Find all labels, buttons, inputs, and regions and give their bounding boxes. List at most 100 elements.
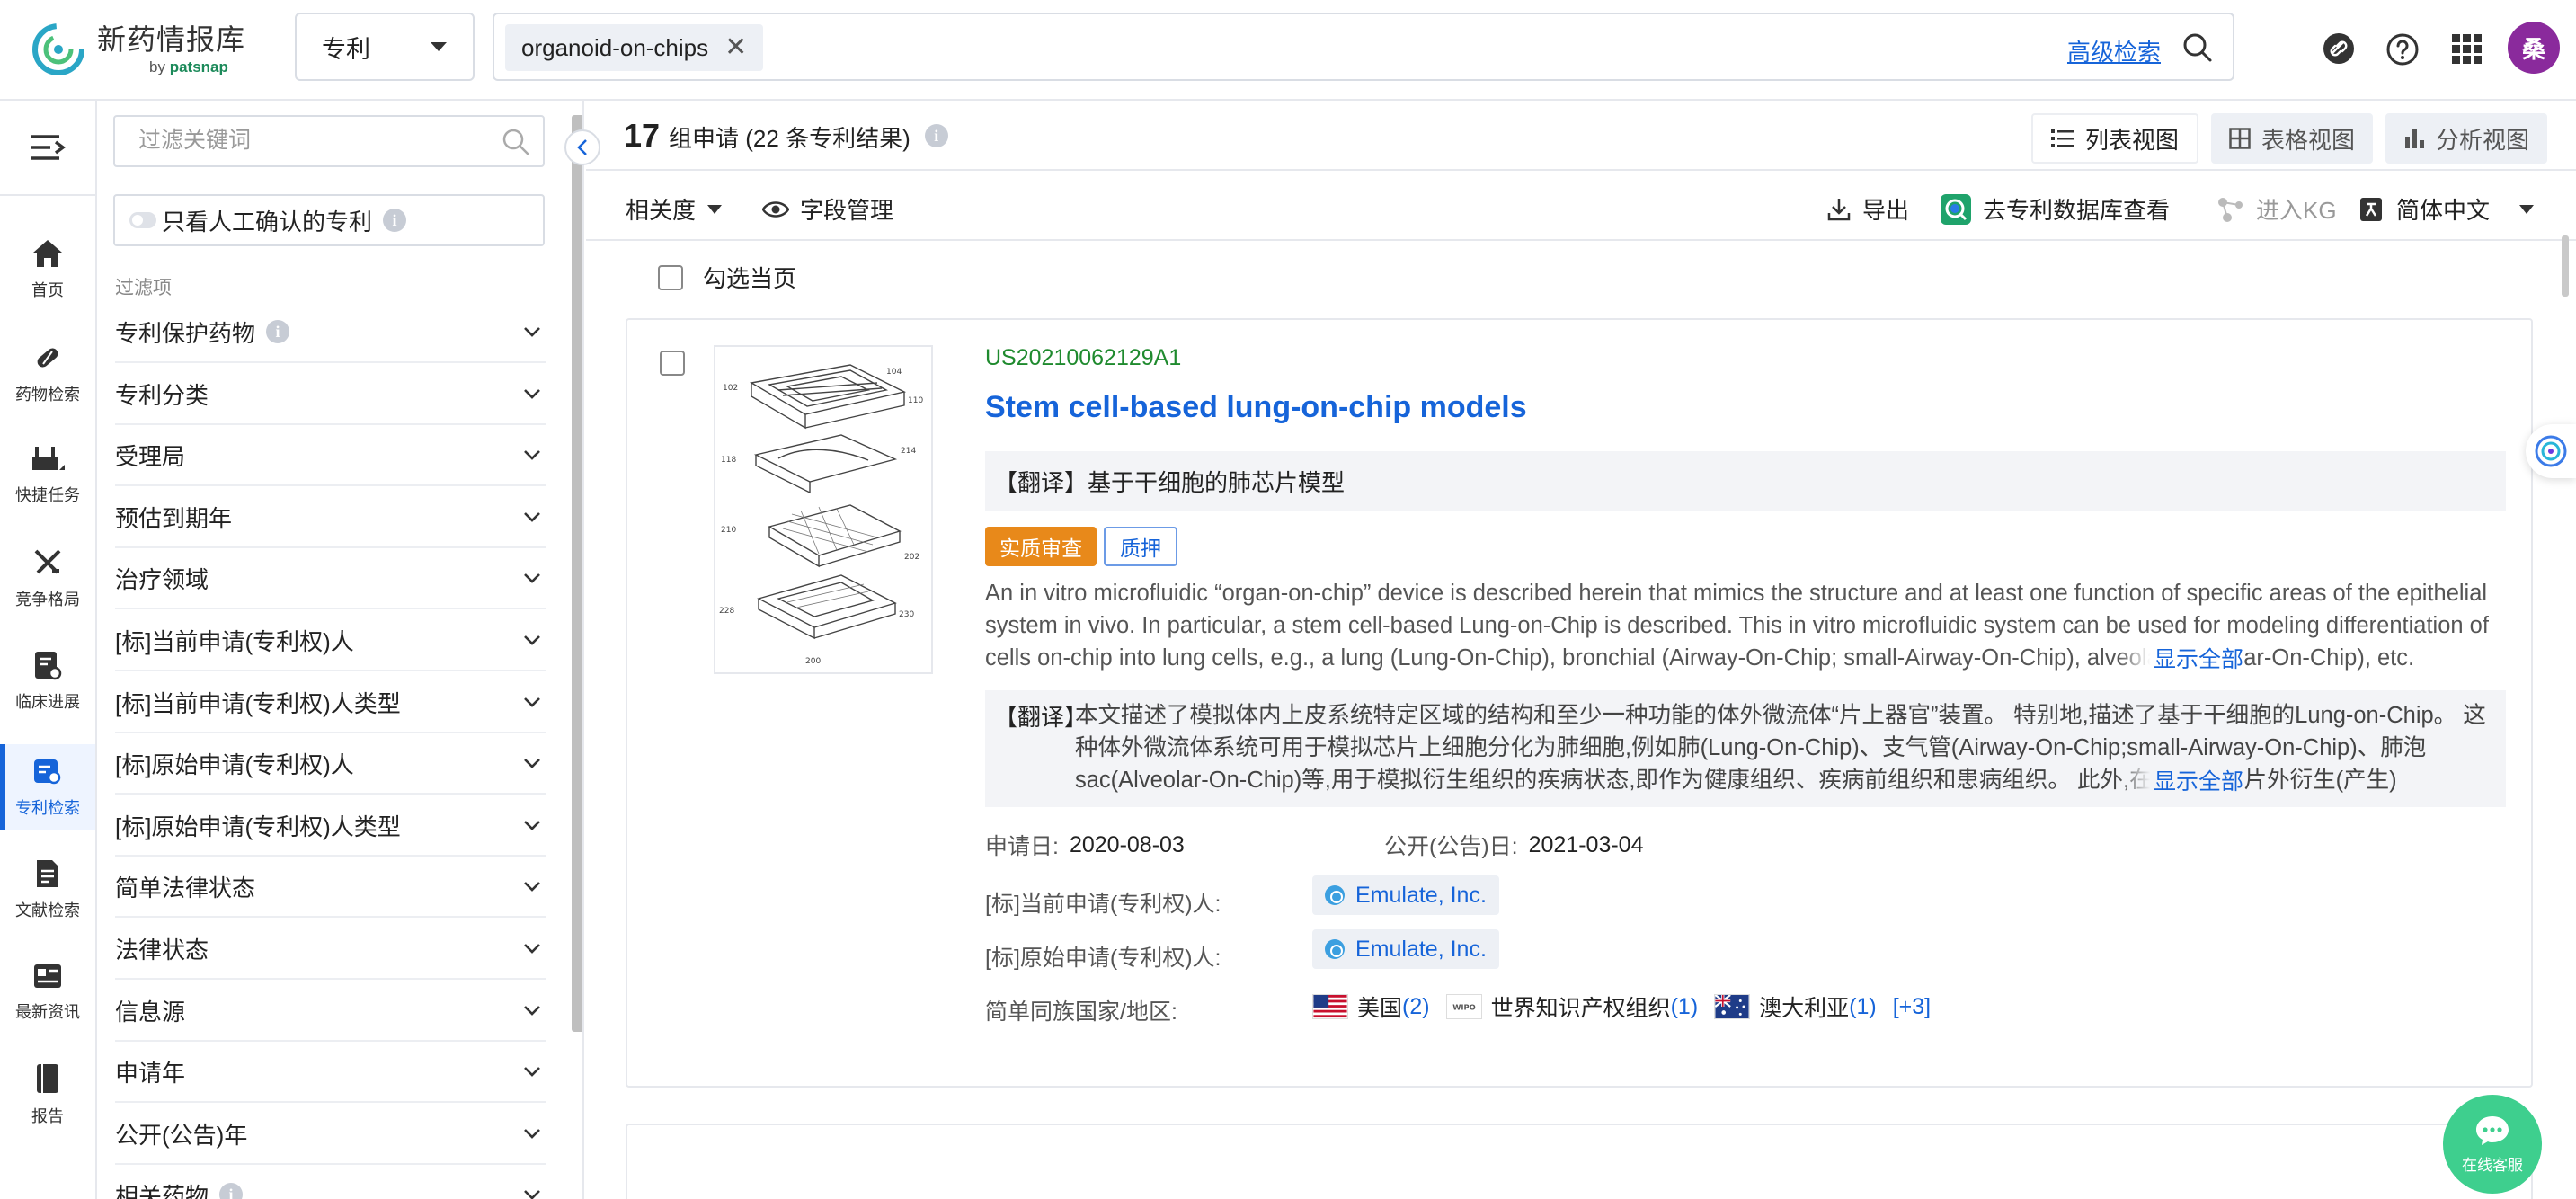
filter-row[interactable]: [标]原始申请(专利权)人类型 xyxy=(115,795,546,857)
translation-label: 【翻译】 xyxy=(994,468,1088,496)
tab-list-view[interactable]: 列表视图 xyxy=(2030,113,2198,164)
apps-grid-icon[interactable] xyxy=(2450,32,2483,65)
chevron-down-icon xyxy=(524,1067,540,1077)
status-badge-examination: 实质审查 xyxy=(985,527,1097,566)
nav-item-clinical[interactable]: 临床进展 xyxy=(0,638,95,724)
show-all-translation-link[interactable]: 显示全部 xyxy=(2118,764,2244,796)
family-count-wipo[interactable]: (1) xyxy=(1671,994,1699,1020)
nav-item-drug-search[interactable]: 药物检索 xyxy=(0,331,95,417)
family-country-us: 美国 xyxy=(1357,996,1403,1021)
filter-row[interactable]: 信息源 xyxy=(115,981,546,1042)
chevron-down-icon xyxy=(524,944,540,954)
ai-assistant-button[interactable] xyxy=(2526,424,2576,478)
table-icon xyxy=(2229,128,2251,149)
family-count-us[interactable]: (2) xyxy=(1402,994,1430,1020)
filter-row-text: 信息源 xyxy=(115,998,186,1026)
menu-toggle-icon[interactable] xyxy=(29,133,67,162)
tab-table-view[interactable]: 表格视图 xyxy=(2210,113,2373,164)
original-assignee-chip[interactable]: Emulate, Inc. xyxy=(1312,929,1499,969)
filter-keyword-input[interactable] xyxy=(138,128,480,154)
title-translation-text: 基于干细胞的肺芯片模型 xyxy=(1088,468,1346,496)
chevron-down-icon xyxy=(524,759,540,768)
knowledge-graph-icon xyxy=(2218,197,2243,222)
chevron-down-icon xyxy=(524,573,540,583)
company-icon xyxy=(1325,885,1345,905)
filter-row-text: 专利分类 xyxy=(115,381,209,409)
family-more-link[interactable]: [+3] xyxy=(1893,994,1931,1020)
toggle-switch[interactable] xyxy=(129,212,156,228)
ai-assistant-icon xyxy=(2535,435,2567,467)
filter-row[interactable]: 申请年 xyxy=(115,1042,546,1103)
filter-row-text: 预估到期年 xyxy=(115,504,233,532)
info-icon[interactable]: i xyxy=(219,1183,244,1199)
news-icon xyxy=(34,964,61,988)
svg-text:202: 202 xyxy=(904,553,919,562)
manual-confirmed-toggle[interactable]: 只看人工确认的专利 i xyxy=(113,194,545,246)
filter-row[interactable]: 受理局 xyxy=(115,425,546,486)
search-icon[interactable] xyxy=(2182,32,2213,63)
search-type-select[interactable]: 专利 xyxy=(295,13,475,81)
family-count-au[interactable]: (1) xyxy=(1849,994,1877,1020)
language-select[interactable]: 简体中文 xyxy=(2358,192,2535,226)
app-logo[interactable]: 新药情报库 by patsnap xyxy=(32,23,245,75)
nav-item-literature[interactable]: 文献检索 xyxy=(0,847,95,933)
show-all-abstract-link[interactable]: 显示全部 xyxy=(2118,642,2244,674)
filter-row-label: [标]当前申请(专利权)人 xyxy=(115,624,354,657)
status-badge-pledge: 质押 xyxy=(1104,527,1177,566)
nav-item-patent-search[interactable]: 专利检索 xyxy=(0,744,95,830)
filter-row[interactable]: 相关药物 i xyxy=(115,1165,546,1199)
search-input[interactable]: organoid-on-chips ✕ 高级检索 xyxy=(493,13,2234,81)
tab-analysis-view[interactable]: 分析视图 xyxy=(2385,113,2547,164)
current-assignee-chip[interactable]: Emulate, Inc. xyxy=(1312,875,1499,915)
nav-item-reports[interactable]: 报告 xyxy=(0,1052,95,1138)
nav-item-quick-tasks[interactable]: 快捷任务 xyxy=(0,431,95,518)
open-patent-db-button[interactable]: 去专利数据库查看 xyxy=(1940,192,2170,226)
patent-drawing-thumbnail[interactable]: 102 104 110 118 214 210 202 228 230 200 xyxy=(714,345,933,674)
select-current-page[interactable]: 勾选当页 xyxy=(658,261,796,294)
filter-row[interactable]: 简单法律状态 xyxy=(115,857,546,918)
online-support-label: 在线客服 xyxy=(2462,1156,2523,1174)
filter-row[interactable]: 预估到期年 xyxy=(115,487,546,548)
nav-item-home[interactable]: 首页 xyxy=(0,226,95,313)
filter-row[interactable]: 公开(公告)年 xyxy=(115,1104,546,1165)
filter-row[interactable]: 专利分类 xyxy=(115,364,546,425)
advanced-search-link[interactable]: 高级检索 xyxy=(2067,34,2161,67)
result-checkbox[interactable] xyxy=(660,351,685,376)
company-icon xyxy=(1325,939,1345,959)
info-icon[interactable]: i xyxy=(383,209,407,232)
filter-row-label: [标]原始申请(专利权)人 xyxy=(115,747,354,780)
left-nav: 首页 药物检索 快捷任务 竞争格局 临床进展 专利检索 文献检索 最新资讯 报告 xyxy=(0,101,97,1199)
svg-text:WIPO: WIPO xyxy=(1452,1003,1476,1012)
filter-panel: 只看人工确认的专利 i 过滤项 专利保护药物 i 专利分类受理局预估到期年治疗领域 [… xyxy=(97,101,564,1199)
nav-item-competition[interactable]: 竞争格局 xyxy=(0,536,95,622)
filter-search-field[interactable] xyxy=(113,115,545,167)
filter-row[interactable]: [标]当前申请(专利权)人 xyxy=(115,610,546,671)
view-tabs: 列表视图 表格视图 分析视图 xyxy=(2019,113,2547,164)
nav-item-news[interactable]: 最新资讯 xyxy=(0,949,95,1035)
info-icon[interactable]: i xyxy=(266,320,290,343)
filter-row[interactable]: 法律状态 xyxy=(115,919,546,980)
filter-row[interactable]: [标]当前申请(专利权)人类型 xyxy=(115,672,546,733)
link-icon[interactable] xyxy=(2323,32,2355,65)
filter-row[interactable]: 治疗领域 xyxy=(115,548,546,609)
sort-dropdown[interactable]: 相关度 xyxy=(626,192,723,226)
help-icon[interactable] xyxy=(2385,32,2420,67)
online-support-button[interactable]: 在线客服 xyxy=(2443,1095,2542,1194)
filter-row[interactable]: [标]原始申请(专利权)人 xyxy=(115,733,546,795)
filter-row-label: 申请年 xyxy=(115,1055,185,1088)
select-page-checkbox[interactable] xyxy=(658,264,683,290)
export-button[interactable]: 导出 xyxy=(1826,192,1909,226)
wipo-icon: WIPO xyxy=(1445,994,1482,1019)
search-icon[interactable] xyxy=(502,128,530,156)
user-avatar[interactable]: 桑 xyxy=(2508,22,2560,74)
remove-tag-icon[interactable]: ✕ xyxy=(724,34,747,61)
patent-title-link[interactable]: Stem cell-based lung-on-chip models xyxy=(985,390,1527,425)
enter-kg-button[interactable]: 进入KG xyxy=(2216,192,2337,226)
next-result-card xyxy=(626,1124,2533,1199)
info-icon[interactable]: i xyxy=(924,124,948,147)
results-scrollbar[interactable] xyxy=(2562,235,2569,297)
clinical-icon xyxy=(35,652,62,680)
publication-number[interactable]: US20210062129A1 xyxy=(985,345,1181,371)
field-management-button[interactable]: 字段管理 xyxy=(762,192,893,226)
filter-row[interactable]: 专利保护药物 i xyxy=(115,302,546,363)
